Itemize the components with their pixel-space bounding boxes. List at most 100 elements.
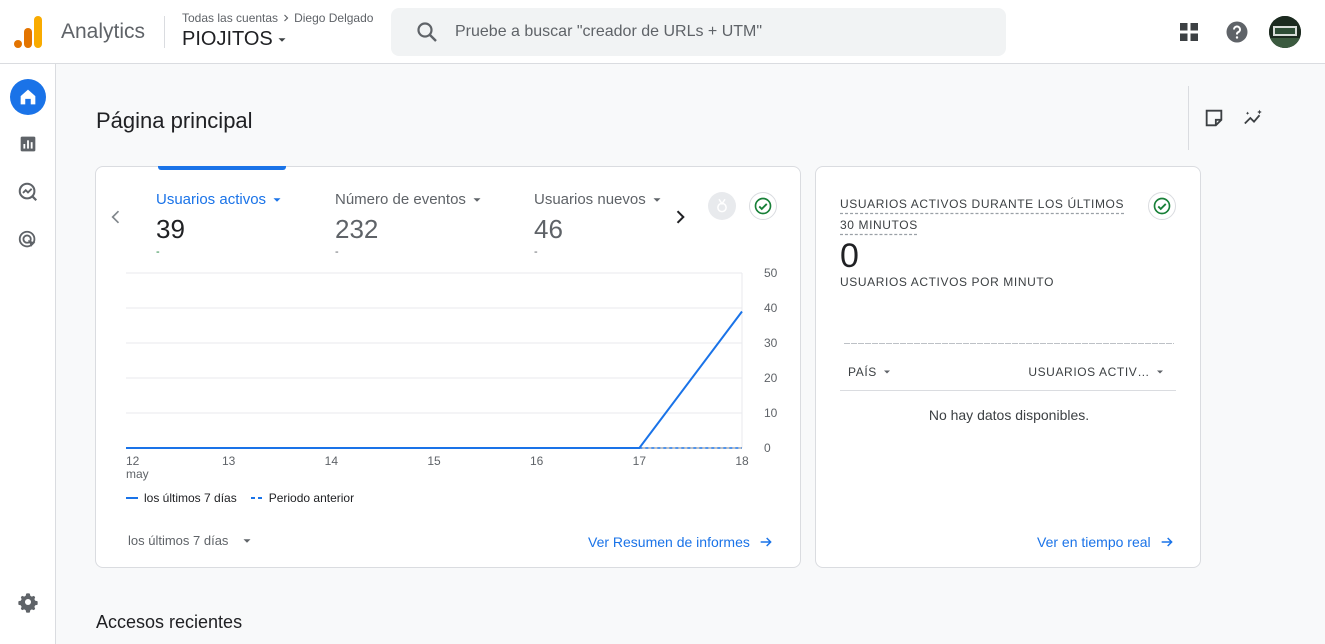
metric-label: Usuarios nuevos [534,191,646,208]
x-tick-label: 15 [427,454,441,468]
nav-reports[interactable] [10,126,46,162]
nav-advertising[interactable] [10,222,46,258]
metric-change: - [335,246,339,258]
realtime-status-badge[interactable] [1148,192,1176,220]
column-country[interactable]: PAÍS [848,365,893,379]
left-nav [0,64,56,644]
caret-down-icon [243,538,251,543]
column-active-users[interactable]: USUARIOS ACTIV… [1028,365,1166,379]
metric-value: 39 [156,214,185,244]
legend-item-current: los últimos 7 días [126,491,237,505]
caret-down-icon [653,197,661,202]
avatar[interactable] [1269,16,1301,48]
search-input[interactable] [455,8,995,56]
y-tick-label: 30 [764,336,778,350]
apps-grid-icon[interactable] [1177,20,1201,44]
header-divider [164,16,165,48]
arrow-right-icon [760,537,772,547]
page-title: Página principal [96,108,253,133]
top-bar: Analytics Todas las cuentas Diego Delgad… [0,0,1325,64]
metric-change: - [534,246,538,258]
x-tick-label: 12 [126,454,140,468]
insights-icon[interactable] [1243,107,1265,129]
caret-down-icon [278,37,286,42]
metric-active-users[interactable]: Usuarios activos 39 - [156,191,284,258]
profile-picture [1269,16,1301,48]
metric-event-count[interactable]: Número de eventos 232 - [335,191,484,258]
check-circle-icon [1153,197,1171,215]
caret-down-icon [273,197,281,202]
bar-chart-icon [20,136,36,152]
note-icon[interactable] [1203,107,1225,129]
series-line-current [126,310,743,449]
data-quality-badge[interactable] [749,192,777,220]
explore-icon [18,182,38,202]
realtime-title[interactable]: USUARIOS ACTIVOS DURANTE LOS ÚLTIMOS 30 … [840,194,1130,236]
x-tick-label: 13 [222,454,236,468]
link-label: Ver en tiempo real [1037,534,1151,550]
insights-badge[interactable] [708,192,736,220]
period-label: los últimos 7 días [128,533,229,548]
breadcrumb-account[interactable]: Diego Delgado [294,11,373,25]
legend-item-previous: Periodo anterior [250,491,355,505]
per-minute-sparkline [844,343,1174,344]
gear-icon [18,593,38,613]
nav-admin[interactable] [10,584,46,620]
award-icon [717,198,727,213]
y-tick-label: 50 [764,267,778,280]
y-tick-label: 10 [764,406,778,420]
breadcrumb[interactable]: Todas las cuentas Diego Delgado [182,11,373,25]
users-line-chart: 0 10 20 30 40 50 12 13 14 15 16 17 18 may [126,267,778,481]
caret-down-icon [883,370,890,374]
recent-access-title: Accesos recientes [96,612,243,632]
app-title: Analytics [61,20,146,43]
property-selector[interactable]: PIOJITOS [182,28,289,51]
y-tick-label: 0 [764,441,771,455]
period-selector[interactable]: los últimos 7 días [128,533,254,548]
legend-label: Periodo anterior [268,491,355,505]
metric-label: Usuarios activos [156,191,267,208]
help-icon[interactable] [1225,20,1249,44]
no-data-message: No hay datos disponibles. [928,407,1090,423]
caret-down-icon [1157,370,1163,374]
home-icon [20,89,36,105]
arrow-right-icon [1161,537,1173,547]
tools-divider [1188,86,1189,150]
y-tick-label: 40 [764,301,778,315]
nav-home[interactable] [10,79,46,115]
target-cursor-icon [18,230,36,248]
check-circle-icon [754,197,772,215]
chevron-left-icon[interactable] [106,207,126,227]
metric-value: 46 [534,214,563,244]
analytics-logo-icon[interactable] [14,16,42,48]
active-tab-indicator [158,166,286,170]
x-tick-label: 16 [530,454,544,468]
metric-new-users[interactable]: Usuarios nuevos 46 - [534,191,664,258]
column-label: USUARIOS ACTIV… [1028,365,1150,379]
view-realtime-link[interactable]: Ver en tiempo real [1037,534,1175,550]
realtime-value: 0 [840,237,859,275]
caret-down-icon [473,197,481,202]
link-label: Ver Resumen de informes [588,534,750,550]
property-name: PIOJITOS [182,28,273,50]
column-label: PAÍS [848,365,877,379]
chart-legend: los últimos 7 días Periodo anterior [126,491,354,505]
search-icon [417,22,437,42]
x-tick-label: 18 [735,454,749,468]
realtime-card: USUARIOS ACTIVOS DURANTE LOS ÚLTIMOS 30 … [815,166,1201,568]
search-bar[interactable] [391,8,1006,56]
breadcrumb-root[interactable]: Todas las cuentas [182,11,278,25]
chevron-right-icon[interactable] [670,207,690,227]
x-tick-sublabel: may [126,467,149,481]
realtime-subtitle: USUARIOS ACTIVOS POR MINUTO [840,275,1055,289]
legend-label: los últimos 7 días [144,491,237,505]
view-reports-link[interactable]: Ver Resumen de informes [588,534,774,550]
overview-card: Usuarios activos 39 - Número de eventos … [95,166,801,568]
realtime-table-header: PAÍS USUARIOS ACTIV… [840,355,1176,391]
nav-explore[interactable] [10,174,46,210]
x-tick-label: 14 [325,454,339,468]
x-tick-label: 17 [633,454,647,468]
metric-change: - [156,246,160,258]
metric-label: Número de eventos [335,191,466,208]
metric-value: 232 [335,214,379,244]
